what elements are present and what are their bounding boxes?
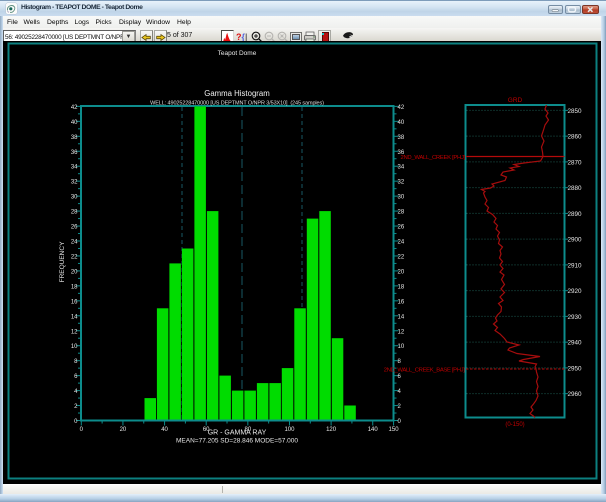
svg-text:6: 6 xyxy=(74,374,78,380)
svg-text:2: 2 xyxy=(398,404,402,410)
svg-text:2890: 2890 xyxy=(568,211,583,218)
svg-text:8: 8 xyxy=(398,359,402,365)
svg-text:30: 30 xyxy=(71,195,78,201)
svg-text:18: 18 xyxy=(398,284,405,290)
svg-text:2: 2 xyxy=(74,404,78,410)
svg-text:2920: 2920 xyxy=(568,288,583,295)
svg-text:2910: 2910 xyxy=(568,262,583,269)
svg-text:MEAN=77.205 SD=28.846 MODE=57.: MEAN=77.205 SD=28.846 MODE=57.000 xyxy=(176,438,298,445)
svg-text:10: 10 xyxy=(71,344,78,350)
svg-text:4: 4 xyxy=(398,389,402,395)
svg-text:2860: 2860 xyxy=(568,134,583,141)
svg-text:120: 120 xyxy=(326,427,337,433)
svg-text:16: 16 xyxy=(71,299,78,305)
svg-text:2950: 2950 xyxy=(568,365,583,372)
svg-text:32: 32 xyxy=(71,180,78,186)
svg-text:20: 20 xyxy=(120,427,127,433)
svg-text:42: 42 xyxy=(71,105,78,111)
svg-text:(0-150): (0-150) xyxy=(505,422,524,428)
svg-text:2ND_WALL_CREEK_BASE [PHJ]: 2ND_WALL_CREEK_BASE [PHJ] xyxy=(384,368,465,374)
svg-text:26: 26 xyxy=(71,225,78,231)
svg-text:0: 0 xyxy=(74,419,78,425)
svg-text:12: 12 xyxy=(71,329,78,335)
svg-text:32: 32 xyxy=(398,180,405,186)
svg-text:150: 150 xyxy=(389,427,400,433)
svg-text:Gamma Histogram: Gamma Histogram xyxy=(204,89,269,98)
svg-text:2880: 2880 xyxy=(568,185,583,192)
svg-text:12: 12 xyxy=(398,329,405,335)
svg-text:22: 22 xyxy=(398,254,405,260)
svg-text:26: 26 xyxy=(398,225,405,231)
svg-text:40: 40 xyxy=(161,427,168,433)
svg-text:18: 18 xyxy=(71,284,78,290)
svg-text:2870: 2870 xyxy=(568,159,583,166)
svg-text:140: 140 xyxy=(368,427,379,433)
svg-text:36: 36 xyxy=(71,150,78,156)
svg-text:38: 38 xyxy=(398,135,405,141)
svg-text:28: 28 xyxy=(71,210,78,216)
svg-text:2850: 2850 xyxy=(568,108,583,115)
svg-text:14: 14 xyxy=(71,314,78,320)
svg-text:GR - GAMMA RAY: GR - GAMMA RAY xyxy=(208,430,267,437)
svg-text:8: 8 xyxy=(74,359,78,365)
svg-text:30: 30 xyxy=(398,195,405,201)
svg-text:2930: 2930 xyxy=(568,314,583,321)
svg-text:34: 34 xyxy=(398,165,405,171)
svg-text:6: 6 xyxy=(398,374,402,380)
svg-text:42: 42 xyxy=(398,105,405,111)
svg-text:40: 40 xyxy=(398,120,405,126)
svg-text:FREQUENCY: FREQUENCY xyxy=(59,241,66,282)
svg-text:22: 22 xyxy=(71,254,78,260)
svg-text:40: 40 xyxy=(71,120,78,126)
svg-text:GRD: GRD xyxy=(508,97,523,104)
svg-text:WELL: 49025228470000 [US DEPTM: WELL: 49025228470000 [US DEPTMNT O/NPR 3… xyxy=(150,101,324,107)
svg-text:2940: 2940 xyxy=(568,340,583,347)
svg-text:0: 0 xyxy=(80,427,84,433)
svg-text:16: 16 xyxy=(398,299,405,305)
svg-text:4: 4 xyxy=(74,389,78,395)
svg-text:2900: 2900 xyxy=(568,237,583,244)
svg-text:10: 10 xyxy=(398,344,405,350)
svg-text:38: 38 xyxy=(71,135,78,141)
svg-text:14: 14 xyxy=(398,314,405,320)
svg-text:100: 100 xyxy=(284,427,295,433)
svg-text:24: 24 xyxy=(398,240,405,246)
svg-text:20: 20 xyxy=(398,269,405,275)
svg-text:Teapot Dome: Teapot Dome xyxy=(218,50,257,57)
svg-text:2960: 2960 xyxy=(568,391,583,398)
svg-text:34: 34 xyxy=(71,165,78,171)
svg-text:2ND_WALL_CREEK [PHJ]: 2ND_WALL_CREEK [PHJ] xyxy=(401,155,466,161)
svg-text:24: 24 xyxy=(71,240,78,246)
svg-text:0: 0 xyxy=(398,419,402,425)
svg-text:28: 28 xyxy=(398,210,405,216)
svg-text:20: 20 xyxy=(71,269,78,275)
